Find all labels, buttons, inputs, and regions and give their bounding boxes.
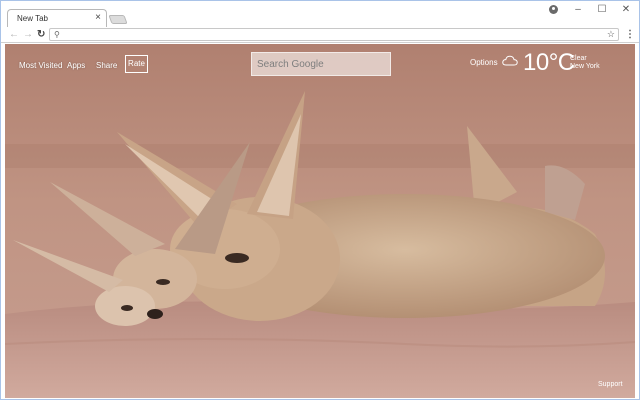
tab-title: New Tab (17, 14, 48, 23)
rate-button[interactable]: Rate (125, 55, 148, 73)
most-visited-link[interactable]: Most Visited (19, 61, 62, 70)
weather-location: New York (570, 63, 600, 70)
share-link[interactable]: Share (96, 61, 117, 70)
google-search-box[interactable] (251, 52, 391, 76)
tab-new-tab[interactable]: New Tab × (7, 9, 107, 28)
fennec-fox-background-photo (5, 44, 635, 398)
options-link[interactable]: Options (470, 58, 498, 67)
tab-close-icon[interactable]: × (95, 12, 101, 24)
search-input[interactable] (257, 55, 385, 74)
weather-condition: Clear (570, 55, 587, 62)
address-bar[interactable]: ⚲ ☆ (49, 28, 619, 41)
forward-arrow-icon[interactable]: → (23, 28, 33, 41)
profile-icon[interactable] (549, 5, 558, 14)
bookmark-star-icon[interactable]: ☆ (607, 29, 615, 40)
search-icon: ⚲ (54, 30, 60, 39)
new-tab-page: Most Visited Apps Share Rate Options 10°… (5, 44, 635, 398)
new-tab-button[interactable] (108, 15, 128, 24)
browser-window: New Tab × – ☐ ✕ ← → ↻ ⚲ ☆ ⋮ Most Visited… (0, 0, 640, 400)
maximize-icon[interactable]: ☐ (595, 4, 609, 16)
close-window-icon[interactable]: ✕ (619, 4, 633, 16)
browser-menu-icon[interactable]: ⋮ (625, 29, 635, 40)
back-arrow-icon[interactable]: ← (9, 28, 19, 41)
apps-link[interactable]: Apps (67, 61, 85, 70)
tab-strip: New Tab × – ☐ ✕ (1, 1, 639, 28)
cloud-icon (502, 55, 518, 66)
support-link[interactable]: Support (598, 381, 623, 388)
temperature-value: 10°C (523, 49, 575, 76)
address-input[interactable] (64, 29, 594, 40)
browser-toolbar: ← → ↻ ⚲ ☆ ⋮ (1, 27, 639, 43)
reload-icon[interactable]: ↻ (37, 28, 45, 41)
minimize-icon[interactable]: – (571, 4, 585, 16)
